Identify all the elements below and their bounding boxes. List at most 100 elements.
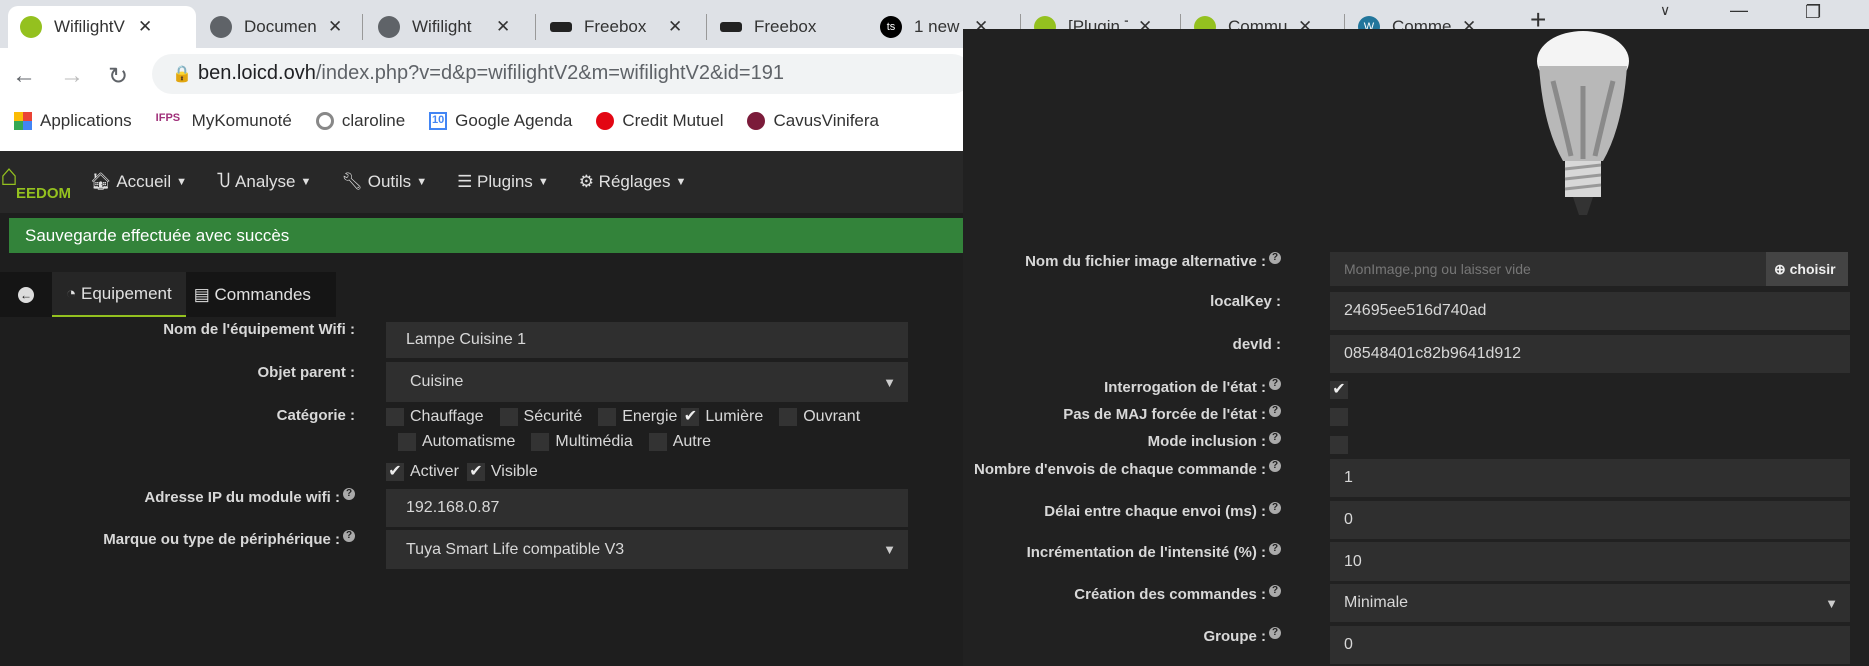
category-checkbox-autre[interactable] (648, 433, 667, 451)
category-checkbox-multimedia[interactable] (531, 433, 550, 451)
browser-tab[interactable]: WifilightV ✕ (8, 6, 196, 48)
bulb-image (1537, 31, 1629, 215)
help-icon[interactable]: ? (1269, 405, 1281, 417)
devid-label: devId : (1232, 336, 1281, 353)
chevron-down-icon: ▼ (1825, 595, 1838, 611)
bookmark-mykomunote[interactable]: IFPS MyKomunoté (156, 111, 292, 131)
category-checkbox-securite[interactable] (499, 408, 518, 426)
menu-analyse[interactable]: Ⴎ Analyse ▼ (217, 172, 311, 192)
list-icon: ▤ (193, 284, 215, 304)
help-icon[interactable]: ? (1269, 502, 1281, 514)
calendar-icon: 10 (429, 112, 448, 130)
delay-input[interactable]: 0 (1330, 501, 1850, 539)
bookmark-claroline[interactable]: claroline (315, 111, 405, 131)
no-forced-update-label: Pas de MAJ forcée de l'état :? (963, 405, 1281, 423)
visible-checkbox[interactable]: ✔ (466, 463, 485, 481)
ts-icon: ts (880, 16, 902, 38)
category-label: Catégorie : (276, 407, 355, 424)
wrench-icon: 🔧︎ (341, 172, 368, 191)
image-file-label: Nom du fichier image alternative :? (963, 252, 1281, 270)
browser-tab[interactable]: Documen ✕ (198, 6, 358, 48)
apps-grid-icon (14, 112, 32, 130)
device-type-select[interactable]: Tuya Smart Life compatible V3 ▼ (386, 530, 908, 569)
menu-accueil[interactable]: 🏠︎ Accueil ▼ (90, 172, 187, 192)
tab-commandes[interactable]: ▤ Commandes (186, 272, 319, 317)
inclusion-mode-checkbox[interactable] (1330, 436, 1348, 454)
delay-label: Délai entre chaque envoi (ms) :? (963, 502, 1281, 520)
claroline-icon (315, 112, 334, 130)
category-row-1: Chauffage Sécurité Energie ✔ Lumière Ouvr… (386, 408, 876, 426)
command-creation-select[interactable]: Minimale ▼ (1330, 584, 1850, 622)
browser-tab[interactable]: Freebox ✕ (538, 6, 706, 48)
group-label: Groupe :? (963, 627, 1281, 645)
increment-input[interactable]: 10 (1330, 542, 1850, 581)
help-icon[interactable]: ? (343, 488, 355, 500)
choose-button[interactable]: ⊕ choisir (1766, 252, 1848, 286)
menu-outils[interactable]: 🔧︎ Outils ▼ (341, 172, 427, 192)
category-checkbox-ouvrant[interactable] (779, 408, 798, 426)
category-checkbox-lumiere[interactable]: ✔ (681, 408, 700, 426)
back-icon[interactable]: ← (12, 62, 36, 90)
reload-icon[interactable]: ↻ (108, 62, 128, 91)
bookmark-google-agenda[interactable]: 10 Google Agenda (429, 111, 572, 131)
bookmark-credit-mutuel[interactable]: Credit Mutuel (596, 111, 723, 131)
freebox-icon (720, 22, 742, 32)
help-icon[interactable]: ? (1269, 432, 1281, 444)
menu-reglages[interactable]: ⚙ Réglages ▼ (579, 172, 687, 192)
chevron-down-icon: ▼ (883, 542, 896, 557)
category-checkbox-automatisme[interactable] (398, 433, 416, 451)
url-input[interactable]: 🔒 ben.loicd.ovh/index.php?v=d&p=wifilight… (152, 54, 972, 94)
help-icon[interactable]: ? (1269, 585, 1281, 597)
close-tab-icon[interactable]: ✕ (496, 17, 510, 37)
window-controls: ∨ — ❐ (1600, 0, 1869, 29)
home-icon: 🏠︎ (90, 172, 117, 191)
help-icon[interactable]: ? (1269, 543, 1281, 555)
plus-circle-icon: ⊕ (1774, 260, 1790, 277)
parent-object-select[interactable]: Cuisine ▼ (386, 362, 908, 402)
close-tab-icon[interactable]: ✕ (138, 17, 152, 37)
browser-tab[interactable]: Wifilight ✕ (366, 6, 534, 48)
localkey-label: localKey : (1210, 293, 1281, 310)
minimize-icon[interactable]: — (1730, 0, 1748, 21)
sends-label: Nombre d'envois de chaque commande :? (963, 460, 1281, 478)
address-bar-row: ← → ↻ 🔒 ben.loicd.ovh/index.php?v=d&p=wif… (0, 48, 972, 101)
jeedom-logo[interactable]: ⌂ EEDOM (0, 151, 90, 213)
no-forced-update-checkbox[interactable] (1330, 408, 1348, 426)
devid-input[interactable]: 08548401c82b9641d912 (1330, 335, 1850, 373)
help-icon[interactable]: ? (1269, 627, 1281, 639)
help-icon[interactable]: ? (343, 530, 355, 542)
state-row: ✔ Activer ✔ Visible (386, 463, 554, 481)
help-icon[interactable]: ? (1269, 252, 1281, 264)
image-file-input[interactable]: MonImage.png ou laisser vide (1330, 252, 1766, 286)
freebox-icon (550, 22, 572, 32)
inclusion-mode-label: Mode inclusion :? (963, 432, 1281, 450)
tab-equipement[interactable]: ◔ Equipement (52, 272, 186, 317)
name-label: Nom de l'équipement Wifi : (163, 321, 355, 338)
poll-state-checkbox[interactable]: ✔ (1330, 381, 1348, 399)
help-icon[interactable]: ? (1269, 460, 1281, 472)
browser-tab[interactable]: Freebox (708, 6, 868, 48)
tab-search-icon[interactable]: ∨ (1660, 2, 1670, 19)
chevron-down-icon: ▼ (883, 374, 896, 390)
ip-label: Adresse IP du module wifi :? (0, 488, 355, 506)
category-checkbox-chauffage[interactable] (386, 408, 404, 426)
restore-icon[interactable]: ❐ (1805, 2, 1821, 23)
equipment-name-input[interactable]: Lampe Cuisine 1 (386, 322, 908, 358)
back-button[interactable]: ← (0, 272, 52, 317)
help-icon[interactable]: ? (1269, 378, 1281, 390)
ip-address-input[interactable]: 192.168.0.87 (386, 489, 908, 527)
menu-plugins[interactable]: ☰ Plugins ▼ (457, 172, 549, 192)
close-tab-icon[interactable]: ✕ (328, 17, 342, 37)
bookmark-cavusvinifera[interactable]: CavusVinifera (747, 111, 879, 131)
group-input[interactable]: 0 (1330, 626, 1850, 664)
close-tab-icon[interactable]: ✕ (668, 17, 682, 37)
sends-input[interactable]: 1 (1330, 459, 1850, 497)
activate-checkbox[interactable]: ✔ (386, 463, 404, 481)
forward-icon[interactable]: → (60, 62, 84, 90)
arrow-circle-left-icon: ← (18, 286, 34, 303)
localkey-input[interactable]: 24695ee516d740ad (1330, 292, 1850, 330)
bookmark-applications[interactable]: Applications (14, 111, 132, 131)
globe-icon (378, 16, 400, 38)
globe-icon (210, 16, 232, 38)
category-checkbox-energie[interactable] (598, 408, 617, 426)
